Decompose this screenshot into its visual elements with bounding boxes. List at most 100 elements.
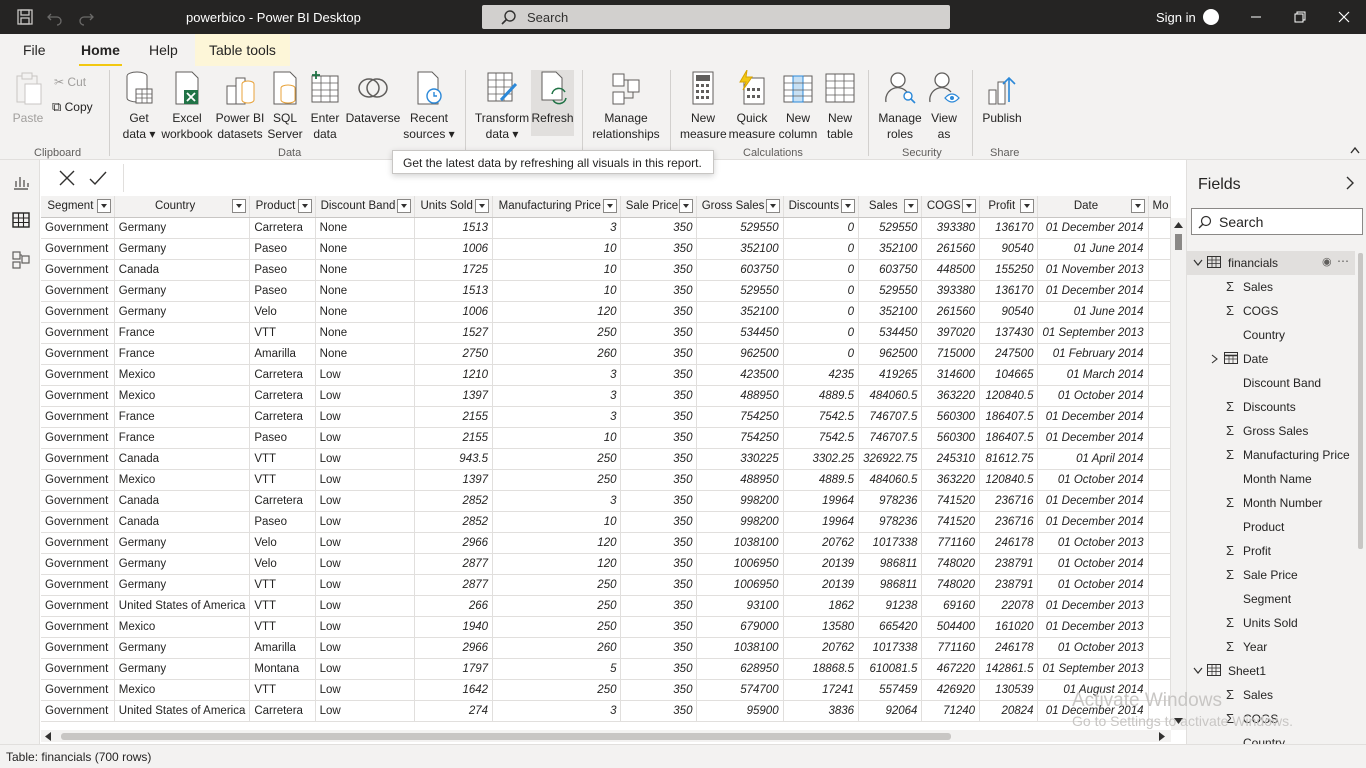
- table-cell[interactable]: 0: [783, 343, 860, 365]
- table-cell[interactable]: Government: [41, 427, 115, 449]
- scroll-up-icon[interactable]: [1174, 222, 1183, 228]
- table-cell[interactable]: Government: [41, 322, 115, 344]
- column-header[interactable]: COGS: [921, 196, 981, 218]
- table-cell[interactable]: 250: [492, 595, 622, 617]
- table-cell[interactable]: 1513: [414, 217, 494, 239]
- table-cell[interactable]: 715000: [921, 343, 981, 365]
- report-view-icon[interactable]: [11, 172, 31, 192]
- table-row[interactable]: Government Germany Velo Low 2877 120 350 100695…: [41, 553, 1171, 575]
- field-item[interactable]: Σ Sales: [1187, 683, 1355, 707]
- table-cell[interactable]: [1148, 511, 1171, 533]
- table-cell[interactable]: 393380: [921, 280, 981, 302]
- field-item[interactable]: Country: [1187, 323, 1355, 347]
- table-cell[interactable]: 1513: [414, 280, 494, 302]
- table-cell[interactable]: Government: [41, 301, 115, 323]
- sign-in-link[interactable]: Sign in: [1156, 10, 1196, 25]
- table-row[interactable]: Government Canada Paseo Low 2852 10 350 998200 1…: [41, 511, 1171, 533]
- table-cell[interactable]: None: [315, 301, 416, 323]
- table-cell[interactable]: France: [114, 427, 251, 449]
- field-item[interactable]: Σ COGS: [1187, 299, 1355, 323]
- table-cell[interactable]: 352100: [696, 301, 784, 323]
- table-row[interactable]: Government Germany VTT Low 2877 250 350 1006950…: [41, 574, 1171, 596]
- table-cell[interactable]: Germany: [114, 553, 251, 575]
- table-cell[interactable]: 1210: [414, 364, 494, 386]
- power-bi-datasets-button[interactable]: Power BI datasets: [214, 70, 266, 142]
- table-cell[interactable]: 0: [783, 238, 860, 260]
- table-cell[interactable]: VTT: [249, 469, 316, 491]
- table-cell[interactable]: 120: [492, 301, 622, 323]
- table-cell[interactable]: [1148, 301, 1171, 323]
- excel-workbook-button[interactable]: Excel workbook: [160, 70, 214, 142]
- table-cell[interactable]: 01 March 2014: [1037, 364, 1149, 386]
- field-item[interactable]: Σ Gross Sales: [1187, 419, 1355, 443]
- table-cell[interactable]: 350: [620, 301, 698, 323]
- table-cell[interactable]: 3: [492, 217, 622, 239]
- table-cell[interactable]: Mexico: [114, 679, 251, 701]
- table-cell[interactable]: Government: [41, 364, 115, 386]
- table-cell[interactable]: 426920: [921, 679, 981, 701]
- table-cell[interactable]: 01 April 2014: [1037, 448, 1149, 470]
- table-cell[interactable]: 574700: [696, 679, 784, 701]
- field-item[interactable]: Product: [1187, 515, 1355, 539]
- table-cell[interactable]: 274: [414, 700, 494, 722]
- table-cell[interactable]: 10: [492, 259, 622, 281]
- table-cell[interactable]: Government: [41, 700, 115, 722]
- column-header[interactable]: Sale Price: [620, 196, 698, 218]
- table-cell[interactable]: Low: [315, 385, 416, 407]
- table-cell[interactable]: None: [315, 217, 416, 239]
- column-filter-dropdown-icon[interactable]: [1130, 199, 1145, 213]
- table-cell[interactable]: 2966: [414, 532, 494, 554]
- table-cell[interactable]: [1148, 658, 1171, 680]
- column-filter-dropdown-icon[interactable]: [1020, 199, 1035, 213]
- data-view-icon[interactable]: [11, 210, 31, 230]
- table-cell[interactable]: 22078: [979, 595, 1039, 617]
- table-cell[interactable]: [1148, 532, 1171, 554]
- column-filter-dropdown-icon[interactable]: [679, 199, 694, 213]
- field-item[interactable]: Σ Profit: [1187, 539, 1355, 563]
- table-cell[interactable]: None: [315, 259, 416, 281]
- dataverse-button[interactable]: Dataverse: [344, 70, 402, 126]
- table-row[interactable]: Government France Amarilla None 2750 260 350 96…: [41, 343, 1171, 365]
- table-cell[interactable]: Mexico: [114, 616, 251, 638]
- table-cell[interactable]: Carretera: [249, 406, 316, 428]
- table-cell[interactable]: 314600: [921, 364, 981, 386]
- table-cell[interactable]: 350: [620, 385, 698, 407]
- table-cell[interactable]: Mexico: [114, 469, 251, 491]
- table-cell[interactable]: 350: [620, 238, 698, 260]
- table-row[interactable]: Government France Paseo Low 2155 10 350 754250 7…: [41, 427, 1171, 449]
- table-cell[interactable]: 3: [492, 700, 622, 722]
- table-cell[interactable]: 247500: [979, 343, 1039, 365]
- table-cell[interactable]: [1148, 448, 1171, 470]
- table-cell[interactable]: 350: [620, 343, 698, 365]
- table-cell[interactable]: 746707.5: [858, 406, 923, 428]
- field-item[interactable]: Month Name: [1187, 467, 1355, 491]
- table-cell[interactable]: Government: [41, 259, 115, 281]
- table-cell[interactable]: 92064: [858, 700, 923, 722]
- table-cell[interactable]: Canada: [114, 259, 251, 281]
- table-cell[interactable]: 01 October 2013: [1037, 637, 1149, 659]
- table-cell[interactable]: 90540: [979, 301, 1039, 323]
- table-cell[interactable]: 350: [620, 217, 698, 239]
- more-options-icon[interactable]: ⋯: [1337, 254, 1349, 268]
- table-cell[interactable]: 529550: [858, 280, 923, 302]
- table-cell[interactable]: 01 October 2014: [1037, 574, 1149, 596]
- fields-search-input[interactable]: Search: [1191, 208, 1363, 235]
- table-cell[interactable]: 01 June 2014: [1037, 238, 1149, 260]
- enter-data-button[interactable]: Enter data: [306, 70, 344, 142]
- table-cell[interactable]: 161020: [979, 616, 1039, 638]
- new-table-button[interactable]: New table: [820, 70, 860, 142]
- table-cell[interactable]: Low: [315, 679, 416, 701]
- table-cell[interactable]: 350: [620, 511, 698, 533]
- table-cell[interactable]: 10: [492, 280, 622, 302]
- table-cell[interactable]: VTT: [249, 616, 316, 638]
- table-cell[interactable]: 1527: [414, 322, 494, 344]
- table-cell[interactable]: Paseo: [249, 427, 316, 449]
- transform-data-button[interactable]: Transform data ▾: [473, 70, 531, 142]
- table-cell[interactable]: 01 October 2014: [1037, 385, 1149, 407]
- field-item[interactable]: Σ COGS: [1187, 707, 1355, 731]
- table-cell[interactable]: 3836: [783, 700, 860, 722]
- collapse-ribbon-icon[interactable]: [1350, 146, 1360, 154]
- table-cell[interactable]: Montana: [249, 658, 316, 680]
- field-item[interactable]: Segment: [1187, 587, 1355, 611]
- table-cell[interactable]: None: [315, 280, 416, 302]
